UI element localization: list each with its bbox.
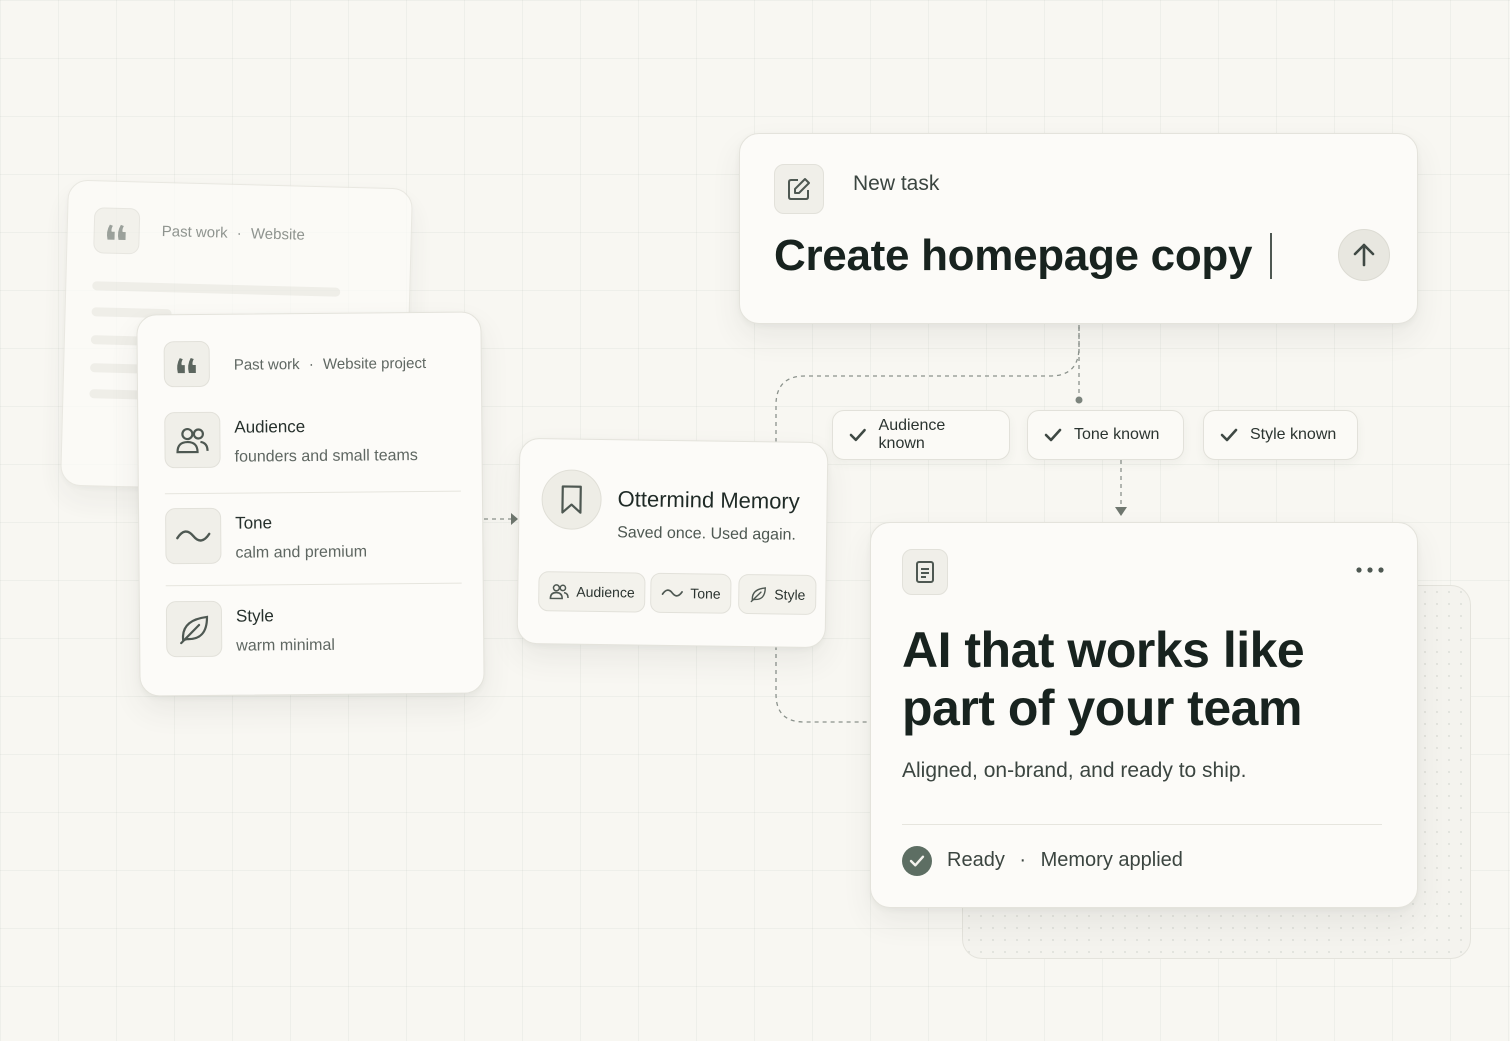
status-line: Ready · Memory applied	[947, 849, 1183, 871]
send-button[interactable]	[1338, 229, 1390, 281]
status-text: Ready	[947, 849, 1005, 871]
badge-tone-label: Tone known	[1074, 426, 1160, 443]
past-work-card: Past work · Website project Audience fou…	[136, 311, 485, 697]
back-card-project: Website	[250, 225, 306, 244]
chip-tone-label: Tone	[690, 585, 721, 602]
skeleton-line	[92, 281, 341, 297]
task-input-value: Create homepage copy	[774, 231, 1253, 280]
style-title: Style	[235, 606, 274, 626]
chip-style-label: Style	[774, 586, 806, 603]
audience-value: founders and small teams	[234, 447, 418, 466]
wave-icon	[661, 589, 683, 597]
more-icon[interactable]	[1355, 561, 1385, 579]
badge-audience-label: Audience known	[878, 417, 946, 452]
memory-subtitle: Saved once. Used again.	[617, 524, 797, 544]
new-task-card: New task Create homepage copy	[739, 133, 1418, 324]
result-subtext: Aligned, on-brand, and ready to ship.	[902, 759, 1247, 782]
wave-icon	[165, 507, 222, 565]
bookmark-icon	[541, 469, 603, 531]
badge-style-label: Style known	[1250, 426, 1337, 443]
users-icon	[164, 411, 221, 469]
task-input[interactable]: Create homepage copy	[774, 228, 1273, 284]
headline-line-1: AI that works like	[902, 622, 1305, 678]
document-icon	[902, 549, 948, 595]
status-detail: Memory applied	[1040, 849, 1183, 871]
back-card-meta: Past work · Website	[161, 223, 306, 244]
check-circle-icon	[902, 846, 932, 876]
leaf-icon	[165, 600, 223, 658]
divider	[164, 490, 461, 495]
divider	[165, 582, 462, 587]
style-value: warm minimal	[236, 636, 335, 655]
check-icon	[849, 428, 866, 442]
memory-card[interactable]: Ottermind Memory Saved once. Used again.…	[516, 437, 829, 649]
edit-icon	[774, 164, 824, 214]
chip-audience[interactable]: Audience	[538, 571, 646, 613]
check-icon	[1044, 428, 1062, 442]
back-card-label: Past work	[161, 223, 228, 242]
card-meta-project: Website project	[322, 354, 427, 373]
text-cursor	[1270, 233, 1273, 279]
tone-title: Tone	[235, 513, 273, 533]
card-meta: Past work · Website project	[233, 354, 427, 374]
audience-title: Audience	[234, 417, 306, 437]
leaf-icon	[750, 587, 766, 603]
result-card: AI that works like part of your team Ali…	[870, 522, 1418, 908]
quote-icon	[163, 340, 210, 388]
card-meta-label: Past work	[233, 356, 300, 374]
badge-audience-known[interactable]: Audience known	[832, 410, 1010, 460]
quote-icon	[93, 207, 141, 255]
chip-tone[interactable]: Tone	[650, 572, 732, 614]
headline-line-2: part of your team	[902, 680, 1302, 736]
tone-value: calm and premium	[235, 543, 368, 562]
check-icon	[1220, 428, 1238, 442]
chip-audience-label: Audience	[576, 583, 635, 601]
chip-style[interactable]: Style	[738, 573, 817, 616]
memory-title: Ottermind Memory	[617, 486, 800, 514]
users-icon	[549, 584, 569, 600]
task-label: New task	[853, 172, 940, 195]
arrow-up-icon	[1353, 243, 1375, 267]
badge-tone-known[interactable]: Tone known	[1027, 410, 1184, 460]
badge-style-known[interactable]: Style known	[1203, 410, 1358, 460]
divider	[902, 824, 1382, 825]
